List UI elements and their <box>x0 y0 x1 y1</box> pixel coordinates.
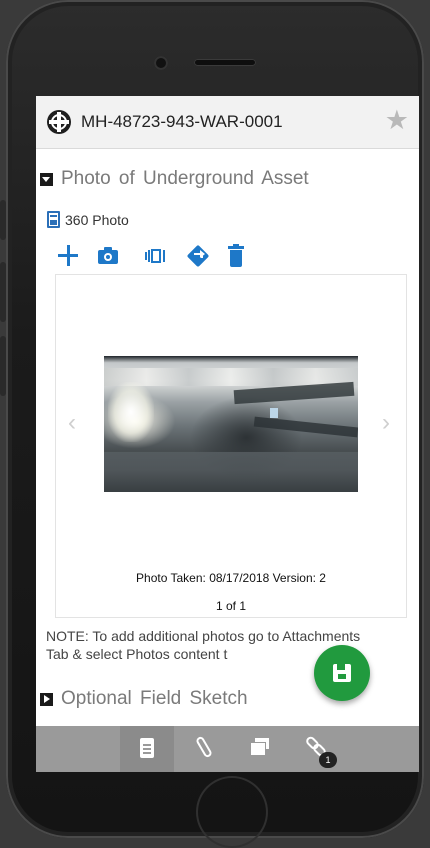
prev-chevron-icon[interactable]: ‹ <box>68 409 76 437</box>
tab-links[interactable]: 1 <box>292 726 346 772</box>
photo-carousel: ‹ › Photo Taken: 08/17/2018 Version: 2 1… <box>55 274 407 618</box>
earpiece-speaker <box>194 59 256 66</box>
page-title: MH-48723-943-WAR-0001 <box>81 112 283 131</box>
next-chevron-icon[interactable]: › <box>382 409 390 437</box>
add-icon[interactable] <box>56 244 80 268</box>
photo-label: 360 Photo <box>65 211 129 228</box>
panorama-icon[interactable] <box>144 244 168 268</box>
trash-icon[interactable] <box>224 244 248 268</box>
header-bar: MH-48723-943-WAR-0001 ★ <box>36 96 419 149</box>
star-icon[interactable]: ★ <box>385 106 409 134</box>
section-title: Optional Field Sketch <box>61 688 248 709</box>
camera-icon[interactable] <box>96 244 120 268</box>
tab-cards[interactable] <box>234 726 288 772</box>
tab-form[interactable] <box>120 726 174 772</box>
floppy-save-icon <box>333 664 351 682</box>
volume-up-button <box>0 262 6 322</box>
panorama-photo[interactable] <box>104 356 358 492</box>
home-button[interactable] <box>196 776 268 848</box>
expand-icon <box>40 692 53 706</box>
document-icon <box>140 738 154 758</box>
app-screen: MH-48723-943-WAR-0001 ★ Photo of Undergr… <box>36 96 419 772</box>
paperclip-icon <box>195 735 213 759</box>
link-count-badge: 1 <box>319 752 337 768</box>
image-file-icon <box>47 211 60 228</box>
mute-switch <box>0 200 6 240</box>
section-header-photo[interactable]: Photo of Underground Asset <box>36 168 309 190</box>
tab-attachments[interactable] <box>178 726 232 772</box>
photo-pager: 1 of 1 <box>215 599 247 613</box>
volume-down-button <box>0 336 6 396</box>
save-button[interactable] <box>314 645 370 701</box>
manhole-icon <box>47 110 71 134</box>
photo-field-label: 360 Photo <box>47 211 129 228</box>
photo-caption: Photo Taken: 08/17/2018 Version: 2 <box>136 571 326 585</box>
front-camera <box>154 56 168 70</box>
section-header-sketch[interactable]: Optional Field Sketch <box>36 688 248 710</box>
collapse-icon <box>40 172 53 186</box>
section-title: Photo of Underground Asset <box>61 168 309 189</box>
directions-icon[interactable] <box>186 244 210 268</box>
bottom-tab-bar: 1 <box>36 726 419 772</box>
